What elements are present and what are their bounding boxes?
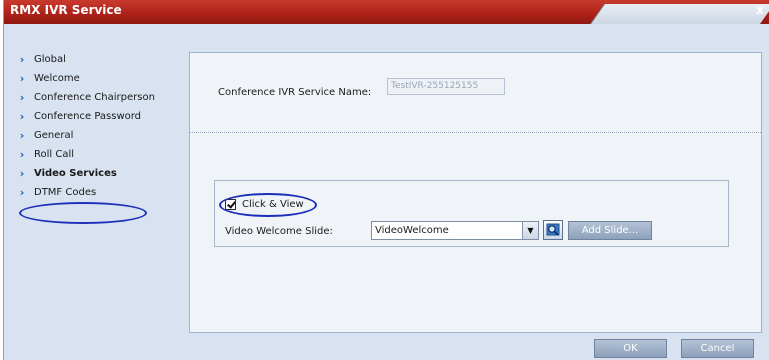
magnifier-preview-icon	[546, 223, 560, 236]
click-view-label: Click & View	[242, 199, 304, 210]
divider	[190, 132, 761, 133]
title-bar: RMX IVR Service x	[4, 0, 769, 24]
chevron-right-icon: ›	[19, 167, 25, 180]
welcome-slide-value: VideoWelcome	[375, 225, 449, 236]
service-name-label: Conference IVR Service Name:	[218, 87, 372, 98]
ok-button[interactable]: OK	[594, 339, 667, 358]
sidebar-item-label: Welcome	[34, 73, 80, 84]
sidebar-item-label: Global	[34, 54, 66, 65]
sidebar-item-label: General	[34, 130, 74, 141]
sidebar-item-label: Conference Password	[34, 111, 142, 122]
sidebar-item-label: Roll Call	[34, 149, 75, 160]
sidebar-item-roll-call[interactable]: › Roll Call	[16, 145, 155, 164]
chevron-right-icon: ›	[19, 72, 25, 85]
sidebar-item-dtmf-codes[interactable]: › DTMF Codes	[16, 183, 155, 202]
welcome-slide-select[interactable]: VideoWelcome ▼	[371, 221, 539, 240]
sidebar: › Global › Welcome › Conference Chairper…	[4, 24, 187, 360]
chevron-right-icon: ›	[19, 129, 25, 142]
click-view-checkbox-row[interactable]: Click & View	[225, 199, 304, 210]
sidebar-item-welcome[interactable]: › Welcome	[16, 69, 155, 88]
chevron-right-icon: ›	[19, 186, 25, 199]
ivr-service-window: RMX IVR Service x › Global › Welcome › C…	[3, 0, 769, 360]
sidebar-item-video-services[interactable]: › Video Services	[16, 164, 155, 183]
add-slide-button[interactable]: Add Slide...	[568, 221, 652, 240]
sidebar-item-label: Conference Chairperson	[34, 92, 155, 103]
sidebar-nav: › Global › Welcome › Conference Chairper…	[16, 50, 155, 202]
highlight-ellipse-video-services	[19, 202, 147, 224]
welcome-slide-label: Video Welcome Slide:	[225, 226, 333, 237]
window-title: RMX IVR Service	[10, 3, 122, 17]
close-icon[interactable]: x	[754, 4, 766, 16]
settings-panel: Conference IVR Service Name: TestIVR-255…	[189, 52, 762, 333]
sidebar-item-label: DTMF Codes	[34, 187, 97, 198]
chevron-right-icon: ›	[19, 148, 25, 161]
sidebar-item-global[interactable]: › Global	[16, 50, 155, 69]
sidebar-item-general[interactable]: › General	[16, 126, 155, 145]
chevron-down-icon[interactable]: ▼	[522, 222, 538, 239]
chevron-right-icon: ›	[19, 91, 25, 104]
video-services-group: Click & View Video Welcome Slide: VideoW…	[214, 180, 729, 247]
sidebar-item-label: Video Services	[34, 168, 117, 179]
chevron-right-icon: ›	[19, 53, 25, 66]
preview-slide-button[interactable]	[543, 220, 563, 240]
chevron-right-icon: ›	[19, 110, 25, 123]
sidebar-item-conference-chairperson[interactable]: › Conference Chairperson	[16, 88, 155, 107]
click-view-checkbox[interactable]	[225, 199, 236, 210]
title-bar-decoration	[587, 4, 769, 24]
service-name-field: TestIVR-255125155	[387, 78, 505, 95]
sidebar-item-conference-password[interactable]: › Conference Password	[16, 107, 155, 126]
cancel-button[interactable]: Cancel	[681, 339, 754, 358]
